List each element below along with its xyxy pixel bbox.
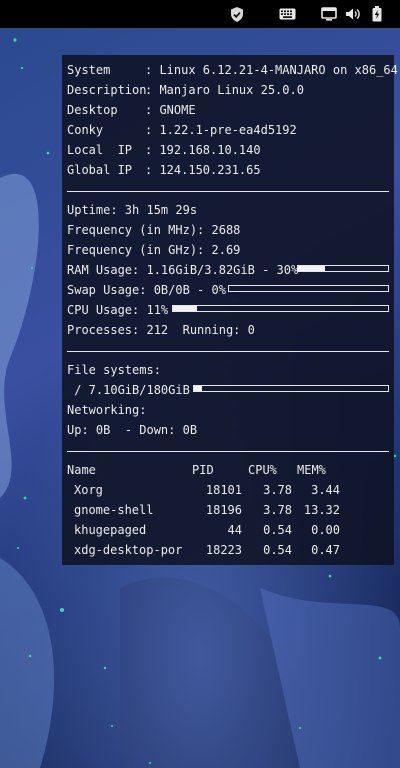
system-row: System: Linux 6.12.21-4-MANJARO on x86_6… — [67, 63, 398, 77]
ram-usage-bar-fill — [298, 266, 325, 271]
description-row: Description: Manjaro Linux 25.0.0 — [67, 83, 304, 97]
filesystems-heading: File systems: — [67, 363, 161, 377]
process-mem: 3.44 — [311, 483, 340, 497]
frequency-ghz-text: Frequency (in GHz): 2.69 — [67, 243, 241, 257]
column-header-name: Name — [67, 463, 96, 477]
process-mem: 0.00 — [311, 523, 340, 537]
process-cpu: 0.54 — [263, 543, 292, 557]
display-icon[interactable] — [318, 3, 340, 25]
cpu-usage-text: CPU Usage: 11% — [67, 303, 169, 317]
volume-icon[interactable] — [342, 3, 364, 25]
conky-version-row: Conky: 1.22.1-pre-ea4d5192 — [67, 123, 297, 137]
processes-text: Processes: 212 Running: 0 — [67, 323, 255, 337]
local-ip-row: Local IP: 192.168.10.140 — [67, 143, 261, 157]
root-filesystem-text: / 7.10GiB/180GiB — [67, 383, 190, 397]
network-traffic-text: Up: 0B - Down: 0B — [67, 423, 198, 437]
process-mem: 0.47 — [311, 543, 340, 557]
process-name: Xorg — [74, 483, 103, 497]
conky-panel: System: Linux 6.12.21-4-MANJARO on x86_6… — [62, 55, 398, 565]
cpu-usage-bar-fill — [173, 306, 197, 311]
process-cpu: 0.54 — [263, 523, 292, 537]
process-pid: 18101 — [205, 483, 242, 497]
process-cpu: 3.78 — [263, 483, 292, 497]
ram-usage-bar — [297, 265, 389, 272]
column-header-cpu: CPU% — [248, 463, 277, 477]
process-pid: 44 — [227, 523, 242, 537]
desktop-row: Desktop: GNOME — [67, 103, 196, 117]
process-mem: 13.32 — [303, 503, 340, 517]
swap-usage-text: Swap Usage: 0B/0B - 0% — [67, 283, 226, 297]
cpu-usage-bar — [172, 305, 389, 312]
separator — [67, 351, 389, 352]
process-name: xdg-desktop-por — [74, 543, 183, 557]
separator — [67, 451, 389, 452]
column-header-mem: MEM% — [297, 463, 326, 477]
shield-icon[interactable] — [226, 3, 248, 25]
process-cpu: 3.78 — [263, 503, 292, 517]
separator — [67, 191, 389, 192]
top-bar — [0, 0, 400, 28]
global-ip-row: Global IP: 124.150.231.65 — [67, 163, 261, 177]
root-filesystem-bar — [193, 385, 389, 392]
ram-usage-text: RAM Usage: 1.16GiB/3.82GiB - 30% — [67, 263, 299, 277]
keyboard-icon[interactable] — [276, 3, 298, 25]
battery-icon[interactable] — [366, 3, 388, 25]
frequency-mhz-text: Frequency (in MHz): 2688 — [67, 223, 241, 237]
process-pid: 18196 — [205, 503, 242, 517]
uptime-text: Uptime: 3h 15m 29s — [67, 203, 198, 217]
process-name: gnome-shell — [74, 503, 154, 517]
column-header-pid: PID — [192, 463, 214, 477]
swap-usage-bar — [228, 285, 389, 292]
process-name: khugepaged — [74, 523, 147, 537]
process-pid: 18223 — [205, 543, 242, 557]
networking-heading: Networking: — [67, 403, 147, 417]
root-filesystem-bar-fill — [194, 386, 202, 391]
